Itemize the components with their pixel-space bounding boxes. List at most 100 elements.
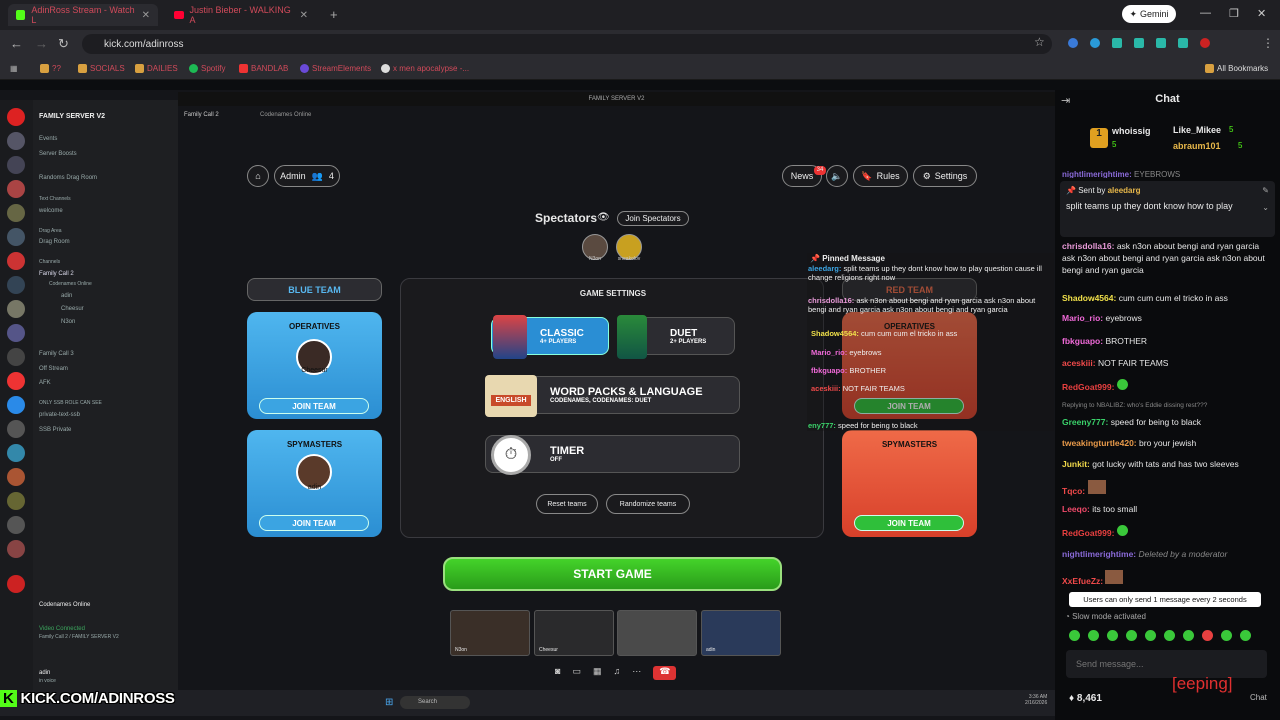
server-icon[interactable] <box>7 300 25 318</box>
settings-button[interactable]: ⚙ Settings <box>913 165 977 187</box>
emote-icon[interactable] <box>1164 630 1175 641</box>
restore-icon[interactable]: ❐ <box>1229 7 1239 20</box>
emote-icon[interactable] <box>1183 630 1194 641</box>
server-icon[interactable] <box>7 252 25 270</box>
category-label[interactable]: ONLY SSB ROLE CAN SEE <box>39 400 102 406</box>
channel-item[interactable]: Server Boosts <box>39 151 77 157</box>
server-icon[interactable] <box>7 492 25 510</box>
start-icon[interactable]: ⊞ <box>385 697 393 708</box>
server-icon[interactable] <box>7 156 25 174</box>
join-blue-spymasters-button[interactable]: JOIN TEAM <box>259 515 369 531</box>
activity-status[interactable]: Codenames Online <box>39 602 90 608</box>
start-game-button[interactable]: START GAME <box>443 557 782 591</box>
category-label[interactable]: Channels <box>39 259 60 265</box>
server-icon[interactable] <box>7 324 25 342</box>
reload-icon[interactable]: ↻ <box>58 36 69 52</box>
tab-adinross[interactable]: AdinRoss Stream - Watch L ✕ <box>8 4 158 26</box>
chevron-down-icon[interactable]: ⌄ <box>1262 203 1269 212</box>
emote-icon[interactable] <box>1088 630 1099 641</box>
camera-icon[interactable]: ◙ <box>555 666 560 680</box>
category-label[interactable]: Drag Area <box>39 228 62 234</box>
url-input[interactable]: kick.com/adinross <box>82 34 1052 54</box>
bookmark-google[interactable]: x men apocalypse -... <box>381 64 469 73</box>
join-spectators-button[interactable]: Join Spectators <box>617 211 689 226</box>
webcam-tile[interactable]: N3on <box>450 610 530 656</box>
join-blue-operatives-button[interactable]: JOIN TEAM <box>259 398 369 414</box>
chat-send-button[interactable]: Chat <box>1250 693 1267 702</box>
emote-icon[interactable] <box>1126 630 1137 641</box>
server-name[interactable]: FAMILY SERVER V2 <box>39 113 105 120</box>
sound-button[interactable]: 🔈 <box>826 165 848 187</box>
emote-icon[interactable] <box>1240 630 1251 641</box>
server-icon[interactable] <box>7 444 25 462</box>
server-icon[interactable] <box>7 540 25 558</box>
reset-teams-button[interactable]: Reset teams <box>536 494 598 514</box>
join-red-spymasters-button[interactable]: JOIN TEAM <box>854 515 964 531</box>
channel-item[interactable]: SSB Private <box>39 427 71 433</box>
channel-item[interactable]: private-text-ssb <box>39 412 80 418</box>
server-icon[interactable] <box>7 575 25 593</box>
emote-icon[interactable] <box>1221 630 1232 641</box>
pinned-message[interactable]: 📌 Sent by aleedarg split teams up they d… <box>1060 181 1275 237</box>
more-icon[interactable]: ⋯ <box>632 666 641 680</box>
emote-icon[interactable] <box>1107 630 1118 641</box>
soundboard-icon[interactable]: ♫ <box>613 666 620 680</box>
close-tab-icon[interactable]: ✕ <box>300 10 308 21</box>
bookmark-spotify[interactable]: Spotify <box>189 64 225 73</box>
server-icon[interactable] <box>7 372 25 390</box>
tab-youtube[interactable]: Justin Bieber - WALKING A ✕ <box>166 4 316 26</box>
channel-item[interactable]: welcome <box>39 208 63 214</box>
server-icon[interactable] <box>7 204 25 222</box>
back-icon[interactable]: ← <box>10 36 23 51</box>
taskbar-search[interactable]: Search <box>400 696 470 709</box>
extension-icon[interactable] <box>1090 38 1100 48</box>
webcam-tile[interactable]: adin <box>701 610 781 656</box>
voice-user[interactable]: adin <box>61 293 72 299</box>
new-tab-icon[interactable]: + <box>330 7 338 22</box>
server-icon[interactable] <box>7 180 25 198</box>
disconnect-icon[interactable]: ☎ <box>653 666 677 680</box>
channel-item[interactable]: Events <box>39 136 57 142</box>
all-bookmarks[interactable]: All Bookmarks <box>1205 64 1268 73</box>
channel-item[interactable]: Drag Room <box>39 239 70 245</box>
extension-icon[interactable] <box>1134 38 1144 48</box>
server-icon[interactable] <box>7 108 25 126</box>
minimize-icon[interactable]: — <box>1200 7 1211 19</box>
server-icon[interactable] <box>7 420 25 438</box>
webcam-tile[interactable]: Cheesur <box>534 610 614 656</box>
apps-icon[interactable]: ▦ <box>10 64 18 73</box>
close-window-icon[interactable]: ✕ <box>1257 7 1266 20</box>
emote-icon[interactable] <box>1145 630 1156 641</box>
activity-icon[interactable]: ▦ <box>593 666 602 680</box>
channel-item[interactable]: Family Call 3 <box>39 351 74 357</box>
gemini-button[interactable]: ✦ Gemini <box>1122 5 1176 23</box>
extension-icon[interactable] <box>1156 38 1166 48</box>
emote-icon[interactable] <box>1202 630 1213 641</box>
channel-item[interactable]: Off Stream <box>39 366 68 372</box>
leaderboard-name[interactable]: Like_Mikee <box>1173 125 1221 135</box>
bookmark-bandlab[interactable]: BANDLAB <box>239 64 288 73</box>
server-icon[interactable] <box>7 348 25 366</box>
webcam-tile[interactable] <box>617 610 697 656</box>
category-label[interactable]: Text Channels <box>39 196 71 202</box>
channel-item[interactable]: Family Call 2 <box>39 271 74 277</box>
server-icon[interactable] <box>7 228 25 246</box>
profile-avatar[interactable] <box>1200 38 1210 48</box>
bookmark-streamelements[interactable]: StreamElements <box>300 64 371 73</box>
server-icon[interactable] <box>7 276 25 294</box>
leaderboard-name[interactable]: abraum101 <box>1173 141 1221 151</box>
home-button[interactable]: ⌂ <box>247 165 269 187</box>
channel-item[interactable]: Randoms Drag Room <box>39 175 97 181</box>
bookmark-folder[interactable]: SOCIALS <box>78 64 125 73</box>
rules-button[interactable]: 🔖 Rules <box>853 165 908 187</box>
voice-user[interactable]: Cheesur <box>61 306 84 312</box>
voice-user[interactable]: N3on <box>61 319 75 325</box>
server-icon[interactable] <box>7 132 25 150</box>
extension-icon[interactable] <box>1068 38 1078 48</box>
send-message-input[interactable] <box>1066 650 1267 678</box>
menu-icon[interactable]: ⋮ <box>1262 36 1274 50</box>
extension-icon[interactable] <box>1112 38 1122 48</box>
close-tab-icon[interactable]: ✕ <box>142 10 150 21</box>
channel-item[interactable]: AFK <box>39 380 51 386</box>
server-icon[interactable] <box>7 396 25 414</box>
